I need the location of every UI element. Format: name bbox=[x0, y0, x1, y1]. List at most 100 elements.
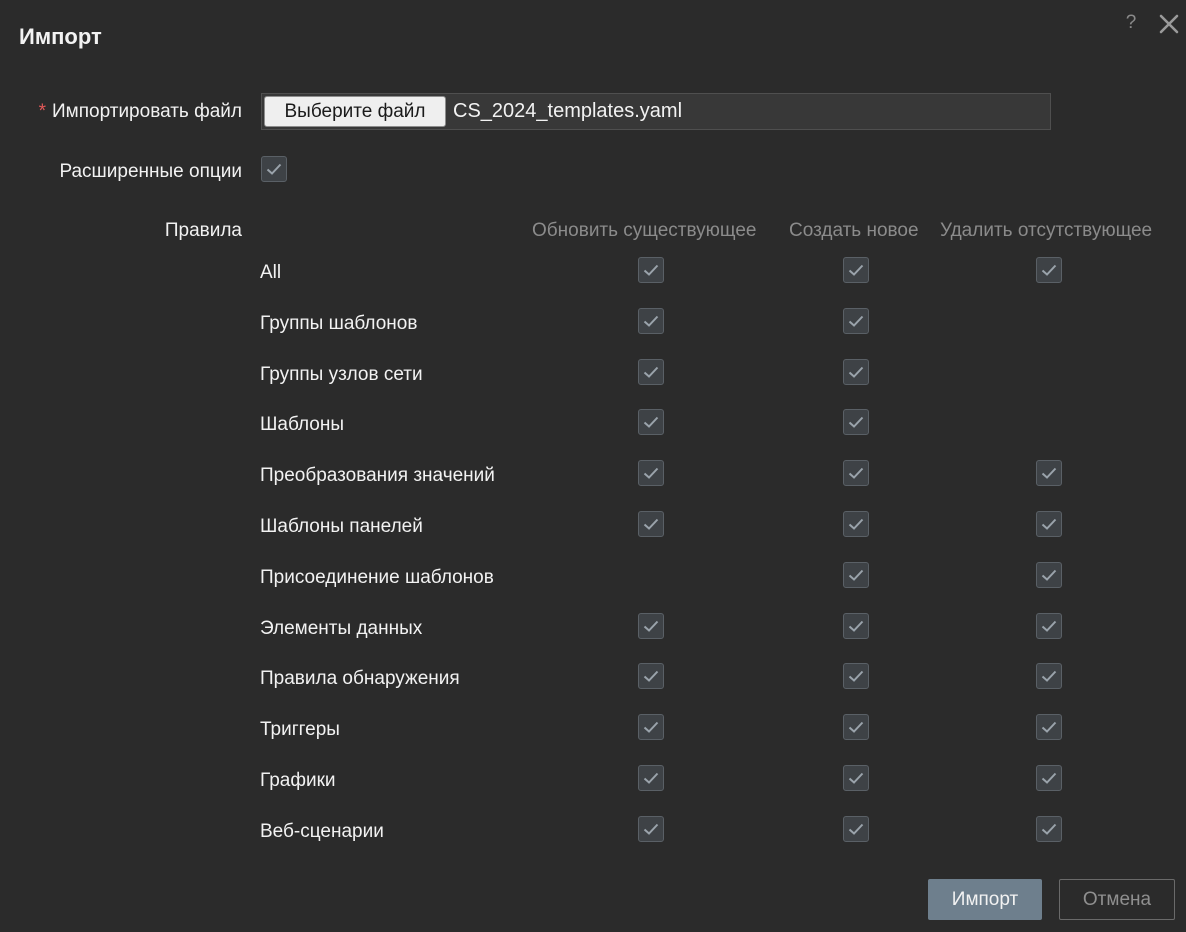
import-file-label: * Импортировать файл bbox=[39, 101, 242, 123]
advanced-options-checkbox[interactable] bbox=[261, 156, 287, 182]
checkmark-icon bbox=[643, 670, 659, 682]
rule-checkbox-update[interactable] bbox=[638, 359, 664, 385]
rule-checkbox-delete[interactable] bbox=[1036, 714, 1062, 740]
checkmark-icon bbox=[266, 163, 282, 175]
rule-checkbox-create[interactable] bbox=[843, 613, 869, 639]
rule-checkbox-update[interactable] bbox=[638, 511, 664, 537]
rule-label: Группы шаблонов bbox=[260, 313, 418, 334]
rule-label: Правила обнаружения bbox=[260, 668, 460, 689]
checkmark-icon bbox=[848, 315, 864, 327]
cancel-button[interactable]: Отмена bbox=[1059, 879, 1175, 920]
checkmark-icon bbox=[643, 467, 659, 479]
rule-checkbox-update[interactable] bbox=[638, 460, 664, 486]
rule-checkbox-create[interactable] bbox=[843, 359, 869, 385]
rule-checkbox-update[interactable] bbox=[638, 257, 664, 283]
rule-row: Элементы данных bbox=[0, 613, 1186, 648]
rule-label: Триггеры bbox=[260, 719, 340, 740]
rules-label: Правила bbox=[164, 220, 242, 241]
checkmark-icon bbox=[848, 823, 864, 835]
import-file-label-text: Импортировать файл bbox=[52, 101, 242, 122]
checkmark-icon bbox=[848, 620, 864, 632]
rule-checkbox-update[interactable] bbox=[638, 409, 664, 435]
checkmark-icon bbox=[643, 366, 659, 378]
help-icon[interactable]: ? bbox=[1122, 12, 1140, 36]
import-dialog: Импорт ? * Импортировать файл Выберите фа… bbox=[0, 0, 1186, 932]
dialog-title: Импорт bbox=[19, 24, 102, 49]
rule-checkbox-delete[interactable] bbox=[1036, 460, 1062, 486]
checkmark-icon bbox=[643, 721, 659, 733]
rule-row: Шаблоны панелей bbox=[0, 511, 1186, 546]
rule-checkbox-update[interactable] bbox=[638, 663, 664, 689]
rule-label: Элементы данных bbox=[260, 618, 423, 639]
rule-row: Группы шаблонов bbox=[0, 308, 1186, 343]
rule-checkbox-create[interactable] bbox=[843, 714, 869, 740]
column-header-update-existing: Обновить существующее bbox=[532, 220, 757, 241]
checkmark-icon bbox=[1041, 823, 1057, 835]
rule-row: Присоединение шаблонов bbox=[0, 562, 1186, 597]
checkmark-icon bbox=[643, 315, 659, 327]
rule-checkbox-delete[interactable] bbox=[1036, 562, 1062, 588]
rule-checkbox-create[interactable] bbox=[843, 308, 869, 334]
checkmark-icon bbox=[1041, 569, 1057, 581]
rule-checkbox-create[interactable] bbox=[843, 511, 869, 537]
rule-checkbox-update[interactable] bbox=[638, 765, 664, 791]
rule-checkbox-create[interactable] bbox=[843, 409, 869, 435]
rule-checkbox-delete[interactable] bbox=[1036, 765, 1062, 791]
rule-label: Группы узлов сети bbox=[260, 364, 423, 385]
advanced-options-label: Расширенные опции bbox=[59, 161, 242, 182]
selected-file-name: CS_2024_templates.yaml bbox=[453, 100, 683, 122]
checkmark-icon bbox=[1041, 620, 1057, 632]
checkmark-icon bbox=[1041, 721, 1057, 733]
rule-label: Присоединение шаблонов bbox=[260, 567, 494, 588]
rule-row: Группы узлов сети bbox=[0, 359, 1186, 394]
rule-checkbox-delete[interactable] bbox=[1036, 816, 1062, 842]
checkmark-icon bbox=[643, 620, 659, 632]
rule-checkbox-update[interactable] bbox=[638, 816, 664, 842]
rule-checkbox-create[interactable] bbox=[843, 460, 869, 486]
checkmark-icon bbox=[848, 366, 864, 378]
checkmark-icon bbox=[1041, 772, 1057, 784]
rule-label: Графики bbox=[260, 770, 336, 791]
rule-row: Веб-сценарии bbox=[0, 816, 1186, 851]
checkmark-icon bbox=[643, 416, 659, 428]
rule-checkbox-delete[interactable] bbox=[1036, 511, 1062, 537]
rule-checkbox-create[interactable] bbox=[843, 663, 869, 689]
rule-row: Графики bbox=[0, 765, 1186, 800]
checkmark-icon bbox=[1041, 518, 1057, 530]
checkmark-icon bbox=[1041, 264, 1057, 276]
rule-label: Веб-сценарии bbox=[260, 821, 384, 842]
checkmark-icon bbox=[643, 772, 659, 784]
checkmark-icon bbox=[643, 823, 659, 835]
checkmark-icon bbox=[848, 518, 864, 530]
checkmark-icon bbox=[848, 569, 864, 581]
rule-checkbox-update[interactable] bbox=[638, 714, 664, 740]
checkmark-icon bbox=[848, 416, 864, 428]
rule-checkbox-update[interactable] bbox=[638, 308, 664, 334]
rule-row: Правила обнаружения bbox=[0, 663, 1186, 698]
checkmark-icon bbox=[848, 264, 864, 276]
required-mark: * bbox=[38, 101, 47, 122]
rule-checkbox-create[interactable] bbox=[843, 257, 869, 283]
import-button[interactable]: Импорт bbox=[928, 879, 1042, 920]
rule-checkbox-delete[interactable] bbox=[1036, 663, 1062, 689]
rule-checkbox-create[interactable] bbox=[843, 765, 869, 791]
rule-checkbox-create[interactable] bbox=[843, 816, 869, 842]
choose-file-button[interactable]: Выберите файл bbox=[264, 96, 446, 127]
rule-row: Шаблоны bbox=[0, 409, 1186, 444]
checkmark-icon bbox=[848, 772, 864, 784]
rule-row: Преобразования значений bbox=[0, 460, 1186, 495]
rule-checkbox-delete[interactable] bbox=[1036, 257, 1062, 283]
rule-label: Шаблоны панелей bbox=[260, 516, 423, 537]
rule-checkbox-delete[interactable] bbox=[1036, 613, 1062, 639]
checkmark-icon bbox=[1041, 467, 1057, 479]
column-header-delete-missing: Удалить отсутствующее bbox=[940, 220, 1153, 241]
file-input[interactable]: Выберите файл CS_2024_templates.yaml bbox=[261, 93, 1051, 130]
rule-label: Преобразования значений bbox=[260, 465, 495, 486]
rule-checkbox-update[interactable] bbox=[638, 613, 664, 639]
rule-label: All bbox=[260, 262, 282, 283]
checkmark-icon bbox=[643, 264, 659, 276]
rule-checkbox-create[interactable] bbox=[843, 562, 869, 588]
close-icon[interactable] bbox=[1157, 10, 1181, 38]
rule-row: Триггеры bbox=[0, 714, 1186, 749]
rule-label: Шаблоны bbox=[260, 414, 345, 435]
